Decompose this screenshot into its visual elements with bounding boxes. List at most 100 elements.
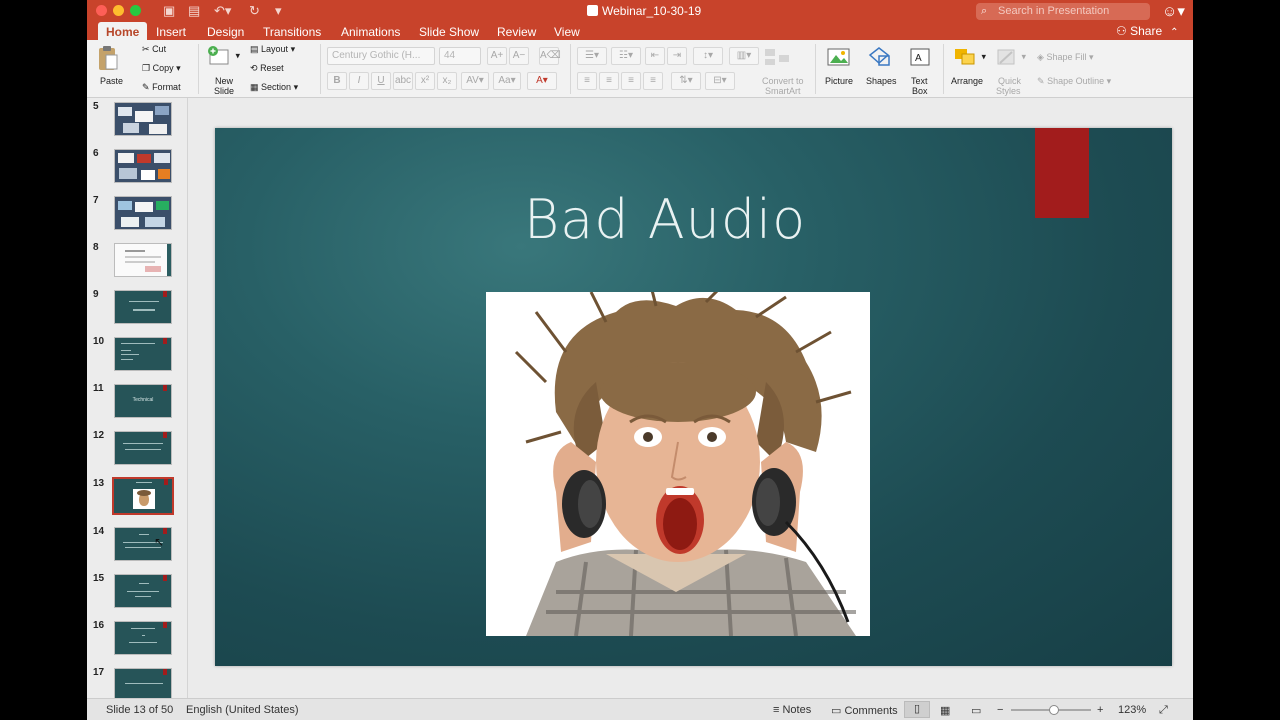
numbering-icon[interactable]: ☷▾ xyxy=(611,47,641,65)
line-spacing-icon[interactable]: ↕▾ xyxy=(693,47,723,65)
layout-button[interactable]: ▤ Layout ▾ xyxy=(250,44,295,55)
thumbnail-slide-11[interactable]: 11 Technical xyxy=(87,383,187,423)
slide-photo-screaming-person-headphones[interactable] xyxy=(486,292,870,636)
thumbnail-slide-8[interactable]: 8 xyxy=(87,242,187,282)
copy-button[interactable]: ❐ Copy ▾ xyxy=(142,63,181,74)
thumbnail-slide-13[interactable]: 13 xyxy=(87,477,187,518)
tab-transitions[interactable]: Transitions xyxy=(263,24,321,40)
clear-formatting-icon[interactable]: A⌫ xyxy=(539,47,561,65)
align-left-icon[interactable]: ≡ xyxy=(577,72,597,90)
search-input[interactable]: ⌕ Search in Presentation xyxy=(976,3,1150,20)
tab-insert[interactable]: Insert xyxy=(156,24,186,40)
shape-fill-button[interactable]: ◈ Shape Fill ▾ xyxy=(1037,52,1094,63)
italic-icon[interactable]: I xyxy=(349,72,369,90)
bullets-icon[interactable]: ☰▾ xyxy=(577,47,607,65)
increase-font-icon[interactable]: A+ xyxy=(487,47,507,65)
thumbnail-slide-16[interactable]: 16 xyxy=(87,620,187,660)
align-text-icon[interactable]: ⊟▾ xyxy=(705,72,735,90)
thumbnail-slide-15[interactable]: 15 xyxy=(87,573,187,613)
normal-view-icon[interactable]: ▯ xyxy=(904,701,930,718)
thumbnail-number: 12 xyxy=(93,430,105,441)
slide-editing-area[interactable]: Bad Audio xyxy=(187,98,1193,698)
subscript-icon[interactable]: x₂ xyxy=(437,72,457,90)
font-size-select[interactable]: 44 xyxy=(439,47,481,65)
thumbnail-slide-12[interactable]: 12 xyxy=(87,430,187,470)
text-direction-icon[interactable]: ⇅▾ xyxy=(671,72,701,90)
notes-button[interactable]: ≡ Notes xyxy=(773,704,811,716)
tab-review[interactable]: Review xyxy=(497,24,536,40)
change-case-icon[interactable]: Aa▾ xyxy=(493,72,521,90)
thumbnail-slide-14[interactable]: 14 ↖ xyxy=(87,526,187,566)
picture-button[interactable] xyxy=(827,47,851,67)
undo-icon[interactable]: ↶▾ xyxy=(214,3,231,19)
convert-smartart-button[interactable] xyxy=(763,47,793,67)
paste-button[interactable] xyxy=(97,44,119,72)
tab-view[interactable]: View xyxy=(554,24,580,40)
section-button[interactable]: ▦ Section ▾ xyxy=(250,82,298,93)
close-window-button[interactable] xyxy=(96,5,107,16)
tab-design[interactable]: Design xyxy=(207,24,244,40)
thumbnail-number: 9 xyxy=(93,289,99,300)
shape-outline-button[interactable]: ✎ Shape Outline ▾ xyxy=(1037,76,1111,87)
comment-icon: ▭ xyxy=(831,705,842,717)
powerpoint-window: ▣ ▤ ↶▾ ↻ ▾ Webinar_10-30-19 ⌕ Search in P… xyxy=(87,0,1193,720)
share-button[interactable]: ⚇ Share ⌃ xyxy=(1116,24,1179,38)
save-icon[interactable]: ▤ xyxy=(188,3,200,19)
comments-button[interactable]: ▭ Comments xyxy=(831,704,898,717)
zoom-out-icon[interactable]: − xyxy=(997,704,1003,716)
bold-icon[interactable]: B xyxy=(327,72,347,90)
fit-to-window-icon[interactable]: ⤢ xyxy=(1159,704,1168,717)
superscript-icon[interactable]: x² xyxy=(415,72,435,90)
new-slide-button[interactable]: ▾ xyxy=(207,45,240,67)
thumbnail-slide-10[interactable]: 10 xyxy=(87,336,187,376)
customize-toolbar-icon[interactable]: ▾ xyxy=(275,3,282,19)
zoom-slider-handle[interactable] xyxy=(1049,705,1059,715)
language-indicator[interactable]: English (United States) xyxy=(186,704,299,716)
text-box-button[interactable]: A xyxy=(909,47,931,67)
minimize-window-button[interactable] xyxy=(113,5,124,16)
status-bar: Slide 13 of 50 English (United States) ≡… xyxy=(87,698,1193,720)
zoom-level[interactable]: 123% xyxy=(1118,704,1146,716)
text-box-label-2: Box xyxy=(912,86,928,96)
slide-title[interactable]: Bad Audio xyxy=(215,188,1115,251)
reading-view-icon[interactable]: ▭ xyxy=(971,704,981,717)
font-color-icon[interactable]: A▾ xyxy=(527,72,557,90)
decrease-font-icon[interactable]: A− xyxy=(509,47,529,65)
thumbnail-slide-7[interactable]: 7 xyxy=(87,195,187,235)
decrease-indent-icon[interactable]: ⇤ xyxy=(645,47,665,65)
slide-thumbnails-panel[interactable]: 5 6 7 8 9 10 11 Technical 12 13 14 ↖ 15 … xyxy=(87,98,187,698)
thumbnail-slide-9[interactable]: 9 xyxy=(87,289,187,329)
align-center-icon[interactable]: ≡ xyxy=(599,72,619,90)
reset-button[interactable]: ⟲ Reset xyxy=(250,63,284,74)
collapse-ribbon-icon[interactable]: ⌃ xyxy=(1170,27,1178,38)
tab-animations[interactable]: Animations xyxy=(341,24,400,40)
sidebar-toggle-icon[interactable]: ▣ xyxy=(163,3,175,19)
current-slide[interactable]: Bad Audio xyxy=(215,128,1172,666)
justify-icon[interactable]: ≡ xyxy=(643,72,663,90)
slide-sorter-icon[interactable]: ▦ xyxy=(940,704,950,717)
align-right-icon[interactable]: ≡ xyxy=(621,72,641,90)
columns-icon[interactable]: ▥▾ xyxy=(729,47,759,65)
format-painter-button[interactable]: ✎ Format xyxy=(142,82,181,93)
arrange-button[interactable]: ▾ xyxy=(953,47,986,67)
thumbnail-slide-6[interactable]: 6 xyxy=(87,148,187,188)
thumbnail-image xyxy=(114,431,172,465)
smartart-icon xyxy=(765,49,789,65)
increase-indent-icon[interactable]: ⇥ xyxy=(667,47,687,65)
strikethrough-icon[interactable]: abc xyxy=(393,72,413,90)
font-name-select[interactable]: Century Gothic (H... xyxy=(327,47,435,65)
zoom-in-icon[interactable]: + xyxy=(1097,704,1103,716)
tab-slide-show[interactable]: Slide Show xyxy=(419,24,479,40)
redo-icon[interactable]: ↻ xyxy=(249,3,260,19)
cut-button[interactable]: ✂ Cut xyxy=(142,44,166,55)
tab-home[interactable]: Home xyxy=(98,22,148,40)
zoom-window-button[interactable] xyxy=(130,5,141,16)
quick-styles-button[interactable]: ▾ xyxy=(995,47,1026,67)
underline-icon[interactable]: U xyxy=(371,72,391,90)
quick-styles-label-2: Styles xyxy=(996,86,1021,96)
character-spacing-icon[interactable]: AV▾ xyxy=(461,72,489,90)
thumbnail-slide-5[interactable]: 5 xyxy=(87,101,187,141)
feedback-smiley-icon[interactable]: ☺▾ xyxy=(1162,2,1185,20)
shapes-button[interactable] xyxy=(867,47,891,67)
thumbnail-slide-17[interactable]: 17 xyxy=(87,667,187,698)
